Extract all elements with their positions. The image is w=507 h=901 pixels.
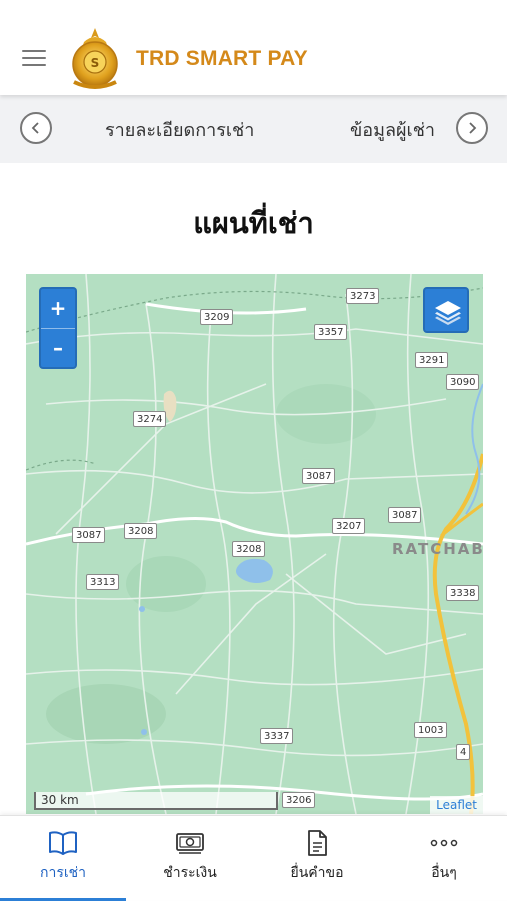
nav-payment-label: ชำระเงิน — [163, 865, 217, 881]
road-label: 3087 — [302, 468, 336, 484]
road-label: 3291 — [415, 352, 449, 368]
rental-map[interactable]: + – 3273 3209 3357 3291 3090 3274 3087 3… — [26, 274, 483, 814]
brand-title: TRD SMART PAY — [136, 47, 308, 70]
menu-icon[interactable] — [22, 50, 46, 68]
document-icon — [308, 830, 327, 856]
road-label: 3209 — [200, 309, 234, 325]
nav-more-label: อื่นๆ — [431, 865, 457, 881]
book-icon — [49, 831, 77, 855]
tab-strip: รายละเอียดการเช่า ข้อมูลผู้เช่า — [0, 95, 507, 163]
road-label: 3313 — [86, 574, 120, 590]
nav-more[interactable]: อื่นๆ — [381, 816, 507, 901]
layers-icon — [435, 301, 461, 325]
nav-rental[interactable]: การเช่า — [0, 816, 126, 901]
leaflet-attribution-link[interactable]: Leaflet — [430, 796, 483, 814]
road-label: 1003 — [414, 722, 448, 738]
nav-request-label: ยื่นคำขอ — [290, 865, 344, 881]
chevron-right-icon — [469, 122, 477, 134]
page-title: แผนที่เช่า — [193, 206, 314, 240]
road-label: 3087 — [388, 507, 422, 523]
previous-tab-button[interactable] — [20, 112, 52, 144]
nav-rental-label: การเช่า — [39, 865, 86, 881]
road-label: 3206 — [282, 792, 316, 808]
road-label: 3274 — [133, 411, 167, 427]
road-label: 3208 — [124, 523, 158, 539]
next-tab-button[interactable] — [456, 112, 488, 144]
nav-request[interactable]: ยื่นคำขอ — [254, 816, 380, 901]
road-label: 3338 — [446, 585, 480, 601]
zoom-control: + – — [39, 287, 77, 369]
zoom-out-button[interactable]: – — [41, 329, 75, 368]
road-label: 3087 — [72, 527, 106, 543]
road-label: 3357 — [314, 324, 348, 340]
money-icon — [176, 833, 204, 854]
road-label: 3208 — [232, 541, 266, 557]
road-label: 3207 — [332, 518, 366, 534]
app-header: S TRD SMART PAY — [0, 0, 507, 95]
bottom-navigation: การเช่า ชำระเงิน ยื่นคำขอ อื่นๆ — [0, 815, 507, 901]
zoom-in-button[interactable]: + — [41, 289, 75, 328]
chevron-left-icon — [31, 122, 39, 134]
more-icon — [430, 839, 458, 847]
nav-payment[interactable]: ชำระเงิน — [127, 816, 253, 901]
brand-logo: S — [72, 28, 118, 89]
road-label: 3337 — [260, 728, 294, 744]
svg-text:S: S — [91, 56, 100, 70]
map-scale: 30 km — [34, 792, 278, 810]
place-label: RATCHAB — [392, 540, 483, 558]
tab-rental-details[interactable]: รายละเอียดการเช่า — [105, 115, 254, 144]
road-label: 3273 — [346, 288, 380, 304]
road-label: 3090 — [446, 374, 480, 390]
layers-button[interactable] — [423, 287, 469, 333]
road-label: 4 — [456, 744, 471, 760]
tab-tenant-info[interactable]: ข้อมูลผู้เช่า — [350, 115, 446, 144]
